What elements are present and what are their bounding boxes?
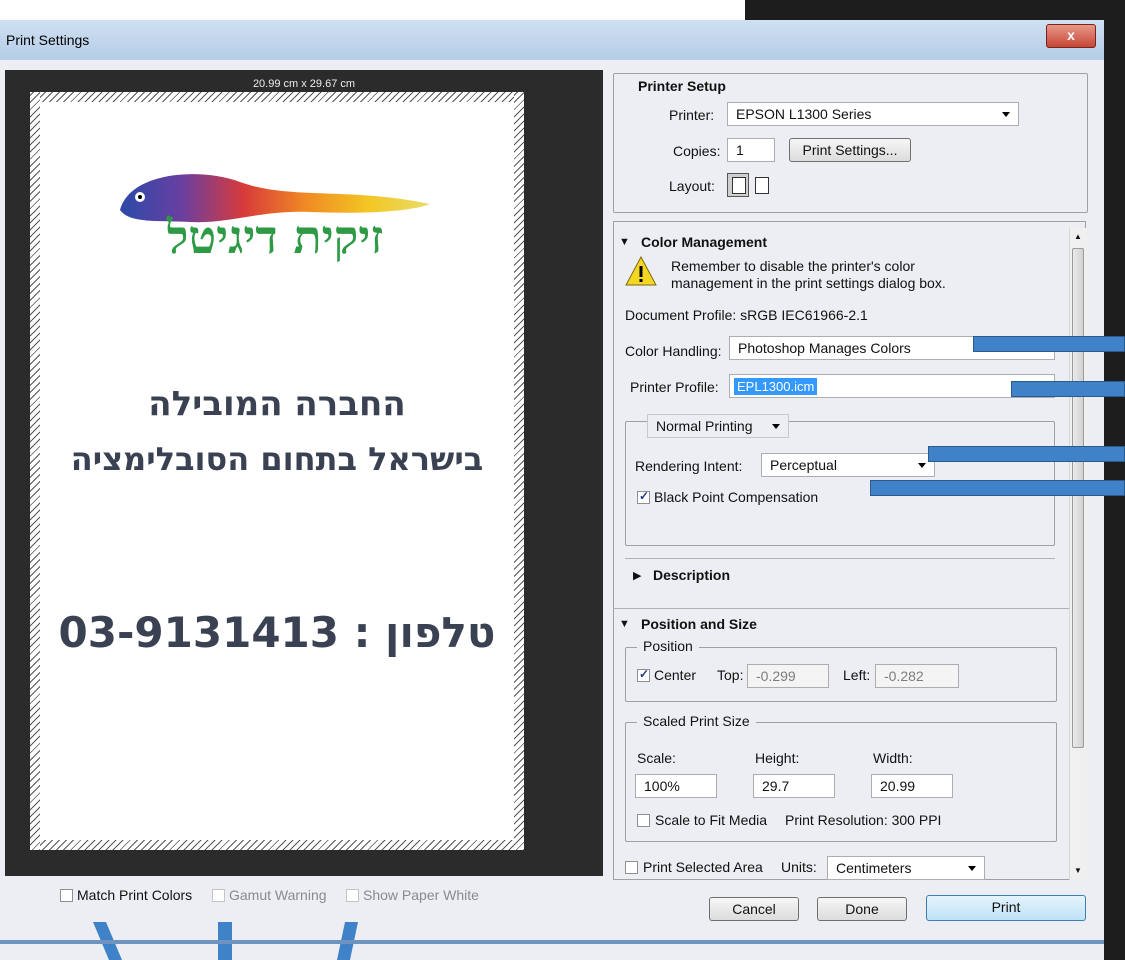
print-selected-area-label: Print Selected Area [643,859,763,875]
chevron-down-icon [772,424,780,429]
units-label: Units: [781,859,817,875]
units-select[interactable]: Centimeters [827,856,985,880]
position-group-label: Position [637,638,699,654]
printer-label: Printer: [669,107,715,123]
annotation-arrow [1011,381,1125,397]
rendering-intent-label: Rendering Intent: [635,458,743,474]
printer-setup-heading: Printer Setup [638,78,726,94]
annotation-arrow [928,446,1125,462]
left-input[interactable]: -0.282 [875,664,959,688]
center-label: Center [654,667,697,683]
divider [613,608,1069,609]
show-paper-white-checkbox[interactable] [346,889,359,902]
width-label: Width: [873,750,913,766]
color-handling-value: Photoshop Manages Colors [738,340,911,356]
description-heading[interactable]: Description [653,567,730,583]
annotation-arrow [870,480,1125,496]
show-paper-white-label: Show Paper White [363,887,479,903]
headline-line2: בישראל בתחום הסובלימציה [70,440,484,478]
match-print-colors-checkbox[interactable] [60,889,73,902]
width-input[interactable]: 20.99 [871,774,953,798]
height-label: Height: [755,750,800,766]
scrollbar-thumb[interactable] [1072,248,1084,748]
bottom-edge [0,940,1104,944]
printing-mode-select[interactable]: Normal Printing [647,414,789,438]
window-title: Print Settings [6,32,90,48]
top-label: Top: [717,667,744,683]
warning-text-line2: management in the print settings dialog … [671,275,946,291]
scale-input[interactable]: 100% [635,774,717,798]
gamut-warning-label: Gamut Warning [229,887,327,903]
printer-profile-select[interactable]: EPL1300.icm [729,374,1055,398]
collapse-triangle-icon[interactable]: ▼ [619,236,630,248]
left-label: Left: [843,667,871,683]
scrollbar[interactable]: ▲ ▼ [1069,228,1087,880]
scaled-group-label: Scaled Print Size [637,713,756,729]
gamut-warning-checkbox[interactable] [212,889,225,902]
center-checkbox[interactable] [637,667,650,682]
close-button[interactable]: x [1046,24,1096,48]
printer-profile-value: EPL1300.icm [734,378,818,395]
done-button[interactable]: Done [817,897,907,921]
print-button[interactable]: Print [926,895,1086,921]
hatch-top [30,92,524,102]
print-resolution: Print Resolution: 300 PPI [785,812,942,828]
print-preview: 20.99 cm x 29.67 cm זיקית דיגיטל החברה ה… [5,70,603,876]
rendering-intent-value: Perceptual [770,457,837,473]
landscape-layout-button[interactable] [751,173,773,197]
top-strip [0,0,1104,20]
expand-triangle-icon[interactable]: ▶ [633,569,641,582]
document-profile: Document Profile: sRGB IEC61966-2.1 [625,307,868,323]
logo-text: זיקית דיגיטל [166,210,384,264]
scroll-up-icon[interactable]: ▲ [1074,232,1082,241]
match-print-colors-label: Match Print Colors [77,887,193,903]
height-input[interactable]: 29.7 [753,774,835,798]
phone-line: טלפון : 03-9131413 [58,608,496,657]
print-selected-area-checkbox[interactable] [625,861,638,874]
top-strip-light [0,0,745,20]
hatch-bottom [30,840,524,850]
paper-size-label: 20.99 cm x 29.67 cm [252,78,356,90]
chevron-down-icon [918,463,926,468]
warning-text-line1: Remember to disable the printer's color [671,258,915,274]
warning-icon [625,256,657,286]
position-size-heading[interactable]: Position and Size [641,616,757,632]
scale-to-fit-label: Scale to Fit Media [655,812,768,828]
settings-panel: Printer Setup Printer: EPSON L1300 Serie… [613,70,1088,880]
chameleon-logo: זיקית דיגיטל [110,162,440,292]
portrait-layout-button[interactable] [727,173,749,197]
copies-label: Copies: [673,143,721,159]
printing-mode-value: Normal Printing [656,418,753,434]
scale-label: Scale: [637,750,676,766]
print-settings-button[interactable]: Print Settings... [789,138,911,162]
divider [625,558,1055,559]
black-point-label: Black Point Compensation [654,489,819,505]
printer-profile-label: Printer Profile: [630,379,719,395]
scroll-down-icon[interactable]: ▼ [1074,866,1082,875]
copies-input[interactable]: 1 [727,138,775,162]
black-point-checkbox[interactable] [637,489,650,504]
title-bar[interactable]: Print Settings [0,20,1104,60]
annotation-arrow [973,336,1125,352]
paper-page: זיקית דיגיטל החברה המובילה בישראל בתחום … [30,92,524,850]
scale-to-fit-checkbox[interactable] [637,814,650,827]
rendering-intent-select[interactable]: Perceptual [761,453,935,477]
cancel-button[interactable]: Cancel [709,897,799,921]
collapse-triangle-icon[interactable]: ▼ [619,618,630,630]
layout-label: Layout: [669,178,715,194]
top-input[interactable]: -0.299 [747,664,829,688]
portrait-icon [732,177,746,194]
chevron-down-icon [968,866,976,871]
color-management-heading[interactable]: Color Management [641,234,767,250]
headline-line1: החברה המובילה [148,384,406,424]
units-value: Centimeters [836,860,912,876]
printer-select-value: EPSON L1300 Series [736,106,872,122]
color-handling-label: Color Handling: [625,343,722,359]
chevron-down-icon [1002,112,1010,117]
landscape-icon [755,177,769,194]
printer-select[interactable]: EPSON L1300 Series [727,102,1019,126]
